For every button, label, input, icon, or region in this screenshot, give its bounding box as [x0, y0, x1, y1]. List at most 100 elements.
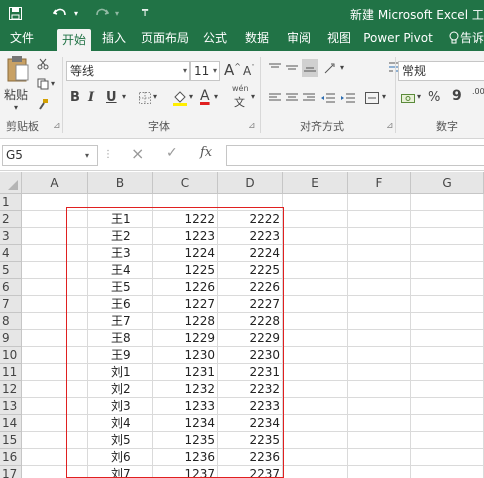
- cell-f[interactable]: [348, 381, 411, 398]
- tab-formulas[interactable]: 公式: [198, 26, 232, 51]
- cell-e[interactable]: [283, 228, 348, 245]
- cell-b[interactable]: 刘3: [88, 398, 153, 415]
- tab-data[interactable]: 数据: [240, 26, 274, 51]
- column-header-c[interactable]: C: [153, 172, 218, 194]
- cell-e[interactable]: [283, 279, 348, 296]
- cell-e[interactable]: [283, 449, 348, 466]
- cell-g[interactable]: [411, 432, 484, 449]
- cell-f[interactable]: [348, 279, 411, 296]
- fill-color-dropdown-icon[interactable]: ▾: [189, 92, 193, 101]
- increase-indent-icon[interactable]: [340, 91, 356, 105]
- cell-f[interactable]: [348, 347, 411, 364]
- cell-d[interactable]: 2234: [218, 415, 283, 432]
- column-header-g[interactable]: G: [411, 172, 484, 194]
- cell-g[interactable]: [411, 279, 484, 296]
- cell-a[interactable]: [22, 347, 88, 364]
- number-format-select[interactable]: 常规: [398, 61, 484, 81]
- align-bottom-icon[interactable]: [302, 59, 318, 77]
- row-header[interactable]: 2: [0, 211, 22, 228]
- cell-b[interactable]: 刘1: [88, 364, 153, 381]
- cell-b[interactable]: 刘4: [88, 415, 153, 432]
- cell-c[interactable]: 1223: [153, 228, 218, 245]
- cell-c[interactable]: 1235: [153, 432, 218, 449]
- bold-button[interactable]: B: [70, 90, 80, 105]
- cell-b[interactable]: 王4: [88, 262, 153, 279]
- increase-font-button[interactable]: A^: [224, 61, 241, 79]
- cell-b[interactable]: 王3: [88, 245, 153, 262]
- cell-f[interactable]: [348, 262, 411, 279]
- cell-a[interactable]: [22, 228, 88, 245]
- cell-d[interactable]: 2233: [218, 398, 283, 415]
- cell-e[interactable]: [283, 415, 348, 432]
- phonetic-char[interactable]: 文: [234, 94, 245, 110]
- increase-decimal-button[interactable]: .00: [472, 87, 484, 96]
- format-painter-icon[interactable]: [36, 97, 50, 111]
- cell-d[interactable]: 2225: [218, 262, 283, 279]
- row-header[interactable]: 3: [0, 228, 22, 245]
- borders-dropdown-icon[interactable]: ▾: [153, 92, 157, 101]
- row-header[interactable]: 8: [0, 313, 22, 330]
- font-color-dropdown-icon[interactable]: ▾: [214, 92, 218, 101]
- row-header[interactable]: 9: [0, 330, 22, 347]
- font-launcher-icon[interactable]: ⊿: [248, 121, 256, 131]
- borders-icon[interactable]: [138, 91, 152, 105]
- cut-icon[interactable]: [36, 57, 50, 71]
- row-header[interactable]: 14: [0, 415, 22, 432]
- cell-f[interactable]: [348, 296, 411, 313]
- cell-b[interactable]: 刘2: [88, 381, 153, 398]
- cell-b[interactable]: 王2: [88, 228, 153, 245]
- cell-a[interactable]: [22, 364, 88, 381]
- currency-dropdown-icon[interactable]: ▾: [417, 92, 421, 101]
- cell-b[interactable]: 王9: [88, 347, 153, 364]
- tab-view[interactable]: 视图: [322, 26, 356, 51]
- cell-c[interactable]: 1231: [153, 364, 218, 381]
- paste-icon[interactable]: [5, 55, 31, 83]
- cell-e[interactable]: [283, 245, 348, 262]
- cell-a[interactable]: [22, 262, 88, 279]
- cell-c[interactable]: 1229: [153, 330, 218, 347]
- cell-b[interactable]: 王1: [88, 211, 153, 228]
- font-size-select[interactable]: 11 ▾: [190, 61, 220, 81]
- name-box[interactable]: G5 ▾: [2, 145, 98, 166]
- cell-g[interactable]: [411, 330, 484, 347]
- row-header[interactable]: 7: [0, 296, 22, 313]
- cell-a[interactable]: [22, 313, 88, 330]
- cell-d[interactable]: 2226: [218, 279, 283, 296]
- merge-dropdown-icon[interactable]: ▾: [382, 92, 386, 101]
- copy-dropdown-icon[interactable]: ▾: [51, 79, 55, 88]
- cell-f[interactable]: [348, 194, 411, 211]
- cell-d[interactable]: 2235: [218, 432, 283, 449]
- cell-d[interactable]: [218, 194, 283, 211]
- cell-g[interactable]: [411, 381, 484, 398]
- decrease-font-button[interactable]: Aˇ: [243, 64, 255, 78]
- row-header[interactable]: 6: [0, 279, 22, 296]
- cell-e[interactable]: [283, 262, 348, 279]
- cell-f[interactable]: [348, 245, 411, 262]
- tab-home[interactable]: 开始: [57, 29, 91, 51]
- column-header-d[interactable]: D: [218, 172, 283, 194]
- cell-c[interactable]: 1226: [153, 279, 218, 296]
- row-header[interactable]: 13: [0, 398, 22, 415]
- cell-g[interactable]: [411, 228, 484, 245]
- cell-d[interactable]: 2224: [218, 245, 283, 262]
- cell-e[interactable]: [283, 194, 348, 211]
- font-color-button[interactable]: A: [200, 88, 210, 104]
- redo-icon[interactable]: [92, 4, 112, 22]
- cell-e[interactable]: [283, 347, 348, 364]
- column-header-a[interactable]: A: [22, 172, 88, 194]
- cell-f[interactable]: [348, 364, 411, 381]
- cell-c[interactable]: 1236: [153, 449, 218, 466]
- cell-g[interactable]: [411, 364, 484, 381]
- cell-c[interactable]: 1222: [153, 211, 218, 228]
- cell-g[interactable]: [411, 466, 484, 478]
- cell-a[interactable]: [22, 194, 88, 211]
- align-center-icon[interactable]: [285, 91, 299, 105]
- phonetic-dropdown-icon[interactable]: ▾: [251, 92, 255, 101]
- cell-e[interactable]: [283, 211, 348, 228]
- cell-b[interactable]: 刘7: [88, 466, 153, 478]
- cell-c[interactable]: 1233: [153, 398, 218, 415]
- cell-b[interactable]: 王7: [88, 313, 153, 330]
- cell-f[interactable]: [348, 398, 411, 415]
- cell-g[interactable]: [411, 194, 484, 211]
- cell-d[interactable]: 2228: [218, 313, 283, 330]
